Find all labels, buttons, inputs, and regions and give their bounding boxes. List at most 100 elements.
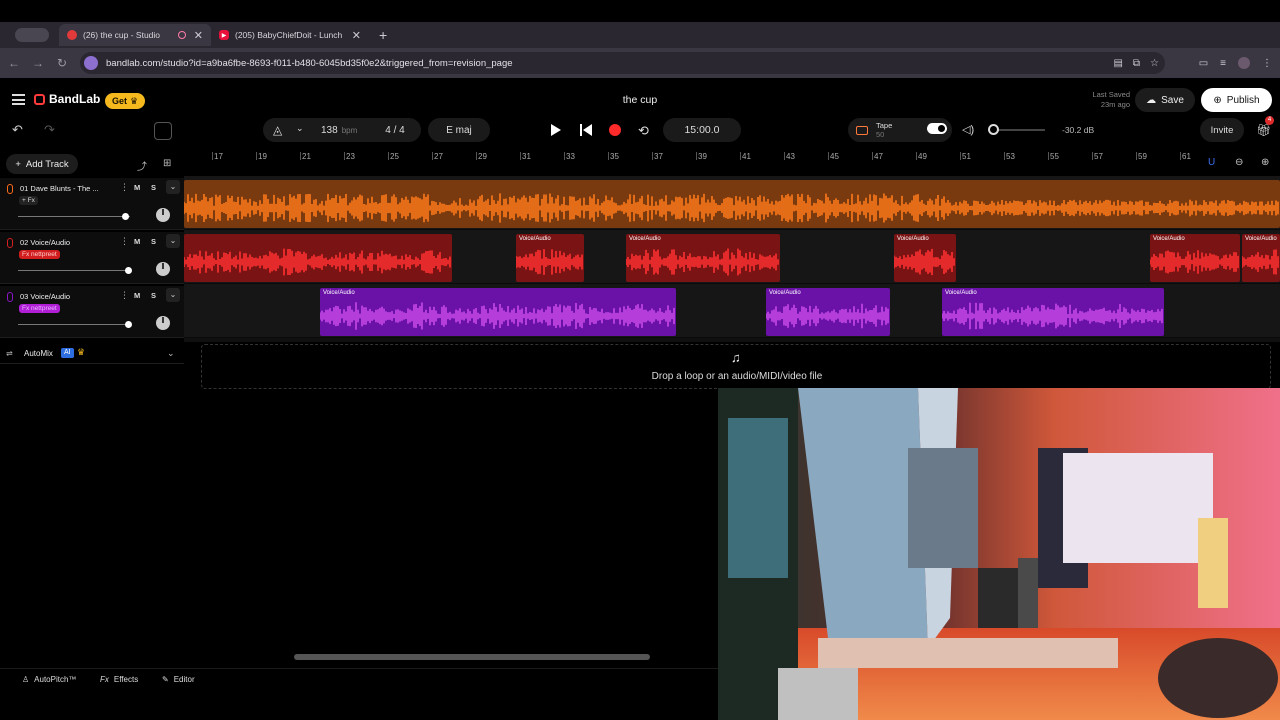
master-volume-handle[interactable] <box>988 124 999 135</box>
key-selector[interactable]: E maj <box>428 118 490 142</box>
track-lane-3[interactable]: Voice/Audio Voice/Audio Voice/Audio <box>184 284 1280 338</box>
track-name[interactable]: 01 Dave Blunts - The ... <box>20 184 112 193</box>
track-lane-2[interactable]: Voice/Audio Voice/Audio Voice/Audio Voice/A… <box>184 230 1280 284</box>
reload-icon[interactable]: ↻ <box>50 56 74 70</box>
track-options-icon[interactable]: ⋮ <box>120 182 129 193</box>
tape-toggle[interactable] <box>927 123 947 134</box>
speaker-icon[interactable]: ◁) <box>962 123 974 136</box>
new-tab-plus-icon[interactable]: + <box>379 27 387 43</box>
drop-zone[interactable]: ♫ Drop a loop or an audio/MIDI/video fil… <box>201 344 1271 389</box>
master-volume-slider[interactable] <box>993 129 1045 131</box>
install-app-icon[interactable]: ⧉ <box>1133 58 1140 69</box>
bandlab-logo[interactable]: BandLab <box>34 92 100 106</box>
audio-clip[interactable]: Voice/Audio <box>626 234 780 282</box>
track-header-3[interactable]: 03 Voice/Audio ⋮ M S ⌄ Fx nettpreet <box>0 286 184 338</box>
solo-button[interactable]: S <box>151 237 156 246</box>
forward-arrow-icon[interactable]: → <box>26 56 50 70</box>
reader-mode-icon[interactable]: ▤ <box>1113 58 1122 69</box>
record-icon[interactable] <box>609 124 621 136</box>
publish-button[interactable]: ⊕ Publish <box>1201 88 1272 112</box>
fit-tracks-icon[interactable]: ⊞ <box>163 158 171 169</box>
time-signature[interactable]: 4 / 4 <box>385 125 404 136</box>
time-display[interactable]: 15:00.0 <box>663 118 741 142</box>
track-fx-badge[interactable]: + Fx <box>19 196 38 205</box>
track-volume-handle[interactable] <box>125 267 132 274</box>
zoom-out-icon[interactable]: ⊖ <box>1235 157 1243 168</box>
redo-icon[interactable]: ↷ <box>44 122 55 138</box>
invite-button[interactable]: Invite <box>1200 118 1244 142</box>
pan-knob[interactable] <box>156 316 170 330</box>
track-header-2[interactable]: 02 Voice/Audio ⋮ M S ⌄ Fx nettpreet <box>0 232 184 284</box>
track-name[interactable]: 02 Voice/Audio <box>20 238 112 247</box>
browser-tab-studio[interactable]: (26) the cup - Studio ✕ <box>59 24 211 46</box>
record-arm-icon[interactable] <box>7 238 13 248</box>
back-arrow-icon[interactable]: ← <box>2 56 26 70</box>
chevron-down-icon[interactable]: ⌄ <box>166 288 180 302</box>
track-volume-slider[interactable] <box>18 324 130 325</box>
toggle-view-button[interactable] <box>154 122 172 140</box>
gift-icon[interactable]: 🎁︎ <box>1256 123 1271 137</box>
audio-clip[interactable] <box>184 234 452 282</box>
record-arm-icon[interactable] <box>7 184 13 194</box>
bpm-value[interactable]: 138 <box>321 125 338 136</box>
close-tab-icon[interactable]: ✕ <box>352 29 361 42</box>
bookmark-star-icon[interactable]: ☆ <box>1150 58 1159 69</box>
audio-clip[interactable] <box>184 180 1280 228</box>
side-panel-icon[interactable]: ▭ <box>1199 58 1208 69</box>
track-lane-1[interactable] <box>184 176 1280 230</box>
record-arm-icon[interactable] <box>7 292 13 302</box>
add-track-button[interactable]: + Add Track <box>6 154 78 174</box>
track-fx-badge[interactable]: Fx nettpreet <box>19 304 60 313</box>
audio-clip[interactable]: Voice/Audio <box>1242 234 1280 282</box>
rewind-to-start-icon[interactable] <box>580 124 592 136</box>
undo-icon[interactable]: ↶ <box>12 122 23 138</box>
pan-knob[interactable] <box>156 262 170 276</box>
close-tab-icon[interactable]: ✕ <box>194 29 203 42</box>
automix-row[interactable]: ⇌ AutoMix AI ♛ ⌄ <box>0 344 184 364</box>
site-info-icon[interactable] <box>84 56 98 70</box>
track-name[interactable]: 03 Voice/Audio <box>20 292 112 301</box>
pan-knob[interactable] <box>156 208 170 222</box>
mute-button[interactable]: M <box>134 291 140 300</box>
address-bar[interactable]: bandlab.com/studio?id=a9ba6fbe-8693-f011… <box>80 52 1165 74</box>
project-title[interactable]: the cup <box>540 94 740 106</box>
editor-button[interactable]: ✎ Editor <box>162 675 195 684</box>
play-icon[interactable] <box>551 124 561 136</box>
track-volume-handle[interactable] <box>125 321 132 328</box>
mute-button[interactable]: M <box>134 237 140 246</box>
profile-avatar[interactable] <box>1238 57 1250 69</box>
metronome-dropdown-icon[interactable]: ⌄ <box>296 123 304 134</box>
automation-icon[interactable]: ⤴ <box>137 158 147 173</box>
chevron-down-icon[interactable]: ⌄ <box>166 234 180 248</box>
metronome-icon[interactable]: ◬ <box>273 123 282 137</box>
hamburger-menu-icon[interactable] <box>12 94 25 105</box>
audio-clip[interactable]: Voice/Audio <box>942 288 1164 336</box>
tab-group-placeholder[interactable] <box>15 28 49 42</box>
track-header-1[interactable]: 01 Dave Blunts - The ... ⋮ M S ⌄ + Fx <box>0 178 184 230</box>
mute-button[interactable]: M <box>134 183 140 192</box>
browser-tab-youtube[interactable]: ▶ (205) BabyChiefDoit - Lunch ✕ <box>211 24 369 46</box>
autopitch-button[interactable]: ♙ AutoPitch™ <box>22 675 76 684</box>
get-membership-button[interactable]: Get ♛ <box>105 93 146 109</box>
zoom-in-icon[interactable]: ⊕ <box>1261 157 1269 168</box>
track-options-icon[interactable]: ⋮ <box>120 236 129 247</box>
solo-button[interactable]: S <box>151 183 156 192</box>
tempo-signature-pill[interactable]: ◬ ⌄ 138 bpm 4 / 4 <box>263 118 421 142</box>
track-volume-slider[interactable] <box>18 216 130 217</box>
track-volume-handle[interactable] <box>122 213 129 220</box>
audio-clip[interactable]: Voice/Audio <box>320 288 676 336</box>
magnet-snap-icon[interactable]: U <box>1208 157 1215 168</box>
loop-icon[interactable]: ⟲ <box>638 123 649 139</box>
audio-clip[interactable]: Voice/Audio <box>766 288 890 336</box>
chevron-down-icon[interactable]: ⌄ <box>166 180 180 194</box>
media-control-icon[interactable]: ≡ <box>1220 58 1226 69</box>
solo-button[interactable]: S <box>151 291 156 300</box>
save-button[interactable]: ☁ Save <box>1135 88 1195 112</box>
track-volume-slider[interactable] <box>18 270 130 271</box>
audio-clip[interactable]: Voice/Audio <box>894 234 956 282</box>
track-options-icon[interactable]: ⋮ <box>120 290 129 301</box>
browser-menu-icon[interactable]: ⋮ <box>1262 58 1272 69</box>
audio-clip[interactable]: Voice/Audio <box>516 234 584 282</box>
audio-clip[interactable]: Voice/Audio <box>1150 234 1240 282</box>
timeline-ruler[interactable]: U ⊖ ⊕ 17 19 21 23 25 27 29 31 33 35 37 39 41 43 45 47 49… <box>184 152 1280 176</box>
